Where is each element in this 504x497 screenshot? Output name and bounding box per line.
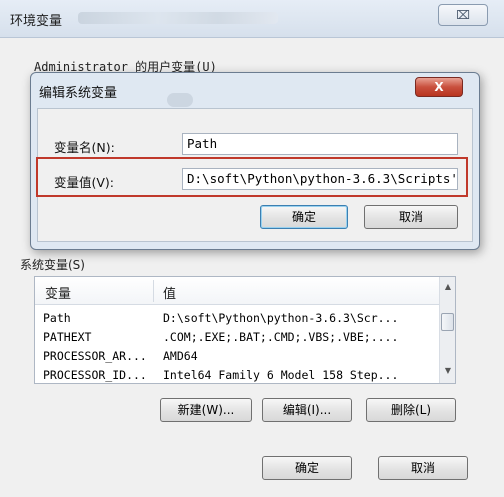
outer-close-button[interactable]: ⌧ — [438, 4, 488, 26]
ok-button[interactable]: 确定 — [262, 456, 352, 480]
vertical-scrollbar[interactable]: ▲ ▼ — [439, 277, 455, 383]
delete-variable-button[interactable]: 删除(L) — [366, 398, 456, 422]
row-name: PROCESSOR_AR... — [43, 349, 147, 363]
table-row[interactable]: PROCESSOR_AR... AMD64 — [35, 347, 439, 366]
row-value: AMD64 — [163, 349, 198, 363]
sys-vars-label: 系统变量(S) — [20, 258, 85, 272]
outer-window-title: 环境变量 — [10, 14, 63, 29]
table-row[interactable]: PATHEXT .COM;.EXE;.BAT;.CMD;.VBS;.VBE;..… — [35, 328, 439, 347]
scroll-thumb[interactable] — [441, 313, 454, 331]
row-name: PROCESSOR_ID... — [43, 368, 147, 382]
blurred-title-region — [78, 12, 278, 24]
dialog-title: 编辑系统变量 — [39, 86, 118, 101]
blurred-region — [167, 93, 193, 107]
sys-vars-table[interactable]: 变量 值 Path D:\soft\Python\python-3.6.3\Sc… — [34, 276, 456, 384]
new-variable-button[interactable]: 新建(W)... — [160, 398, 252, 422]
outer-titlebar: 环境变量 ⌧ — [0, 0, 504, 38]
table-row[interactable]: PROCESSOR_ID... Intel64 Family 6 Model 1… — [35, 366, 439, 385]
row-name: PATHEXT — [43, 330, 92, 344]
dialog-ok-button[interactable]: 确定 — [260, 205, 348, 229]
edit-variable-button[interactable]: 编辑(I)... — [262, 398, 352, 422]
variable-name-label: 变量名(N): — [54, 140, 115, 155]
scroll-down-icon[interactable]: ▼ — [440, 363, 456, 379]
scroll-up-icon[interactable]: ▲ — [440, 279, 456, 295]
col-header-variable[interactable]: 变量 — [45, 283, 71, 302]
row-value: D:\soft\Python\python-3.6.3\Scr... — [163, 311, 399, 325]
dialog-close-button[interactable]: X — [415, 77, 463, 97]
cancel-button[interactable]: 取消 — [378, 456, 468, 480]
table-row[interactable]: Path D:\soft\Python\python-3.6.3\Scr... — [35, 309, 439, 328]
highlight-annotation — [36, 157, 468, 197]
variable-name-field[interactable]: Path — [182, 133, 458, 155]
header-separator — [153, 280, 154, 302]
col-header-value[interactable]: 值 — [163, 283, 176, 302]
row-value: .COM;.EXE;.BAT;.CMD;.VBS;.VBE;.... — [163, 330, 399, 344]
table-header: 变量 值 — [35, 277, 439, 305]
row-name: Path — [43, 311, 71, 325]
dialog-cancel-button[interactable]: 取消 — [364, 205, 458, 229]
row-value: Intel64 Family 6 Model 158 Step... — [163, 368, 399, 382]
